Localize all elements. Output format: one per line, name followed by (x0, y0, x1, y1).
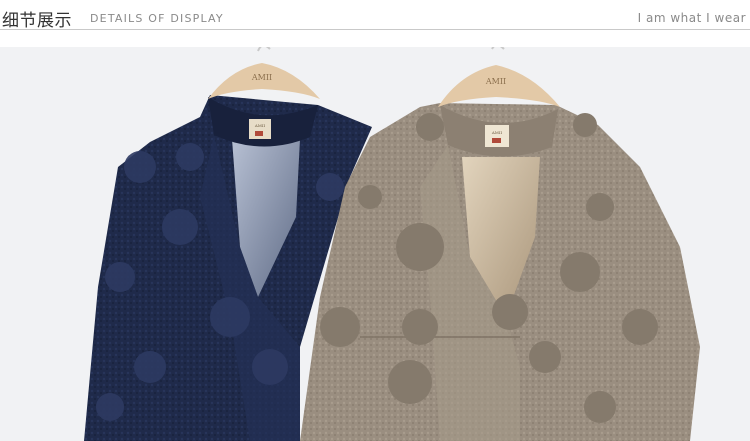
taupe-coat-tag (485, 125, 509, 147)
section-title-en: DETAILS OF DISPLAY (90, 12, 224, 25)
page-header: 细节展示 DETAILS OF DISPLAY I am what I wear (0, 0, 750, 38)
section-title-cn: 细节展示 (2, 11, 72, 31)
product-detail-photo: AMII AMII AMII AMII (0, 47, 750, 441)
taupe-tag-text: AMII (491, 130, 503, 135)
navy-tag-text: AMII (254, 123, 266, 128)
taupe-hanger-logo: AMII (485, 77, 506, 86)
header-divider (0, 29, 750, 30)
brand-slogan: I am what I wear (637, 11, 746, 25)
navy-hanger-logo: AMII (251, 73, 272, 82)
coats-illustration: AMII AMII AMII AMII (84, 47, 700, 441)
